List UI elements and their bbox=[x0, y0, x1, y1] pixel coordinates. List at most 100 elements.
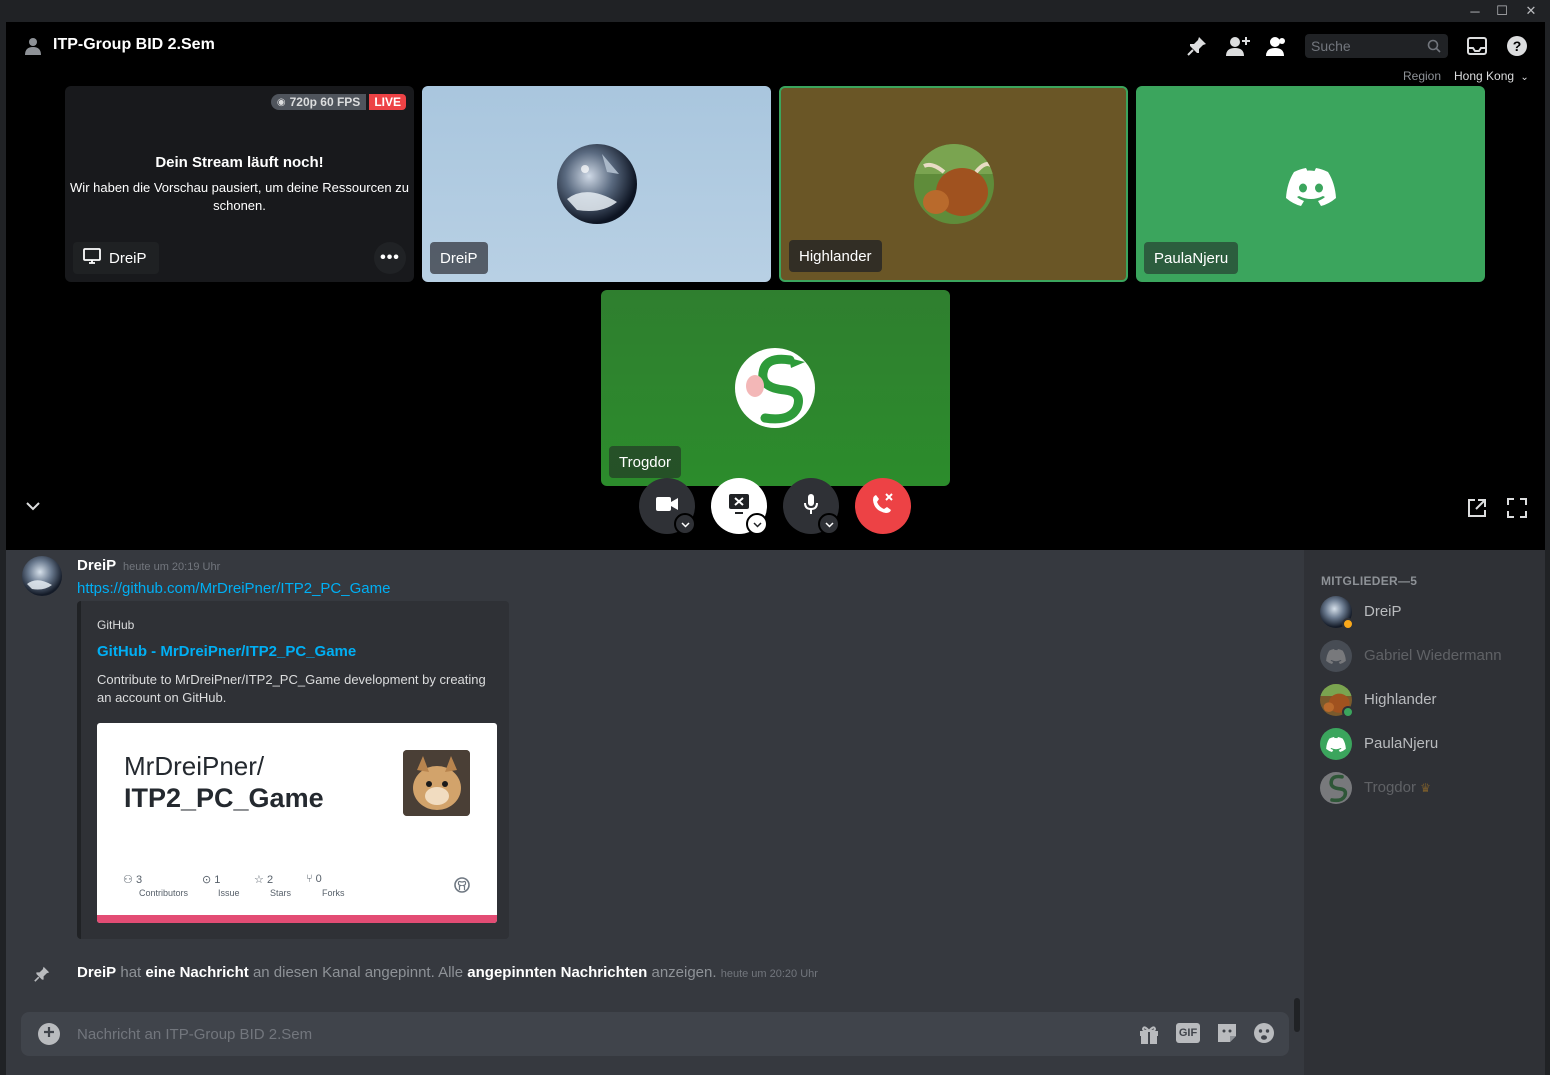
participant-name: Trogdor bbox=[609, 446, 681, 478]
pin-icon bbox=[34, 966, 50, 987]
gift-icon[interactable] bbox=[1138, 1023, 1160, 1050]
minimize-button[interactable]: ─ bbox=[1461, 0, 1489, 22]
stat-forks: ⑂ 0 Forks bbox=[306, 873, 345, 898]
close-window-button[interactable]: ✕ bbox=[1517, 0, 1545, 22]
region-dropdown[interactable]: Hong Kong ⌄ bbox=[1454, 69, 1529, 83]
github-icon bbox=[454, 877, 470, 898]
more-icon: ••• bbox=[380, 249, 400, 266]
maximize-button[interactable]: ☐ bbox=[1488, 0, 1516, 22]
chevron-down-icon bbox=[824, 515, 834, 533]
participant-tile-highlander[interactable]: Highlander bbox=[779, 86, 1128, 282]
member-item[interactable]: Gabriel Wiedermann bbox=[1320, 636, 1536, 676]
streamer-label: DreiP bbox=[73, 242, 159, 274]
stat-stars: ☆ 2 Stars bbox=[254, 874, 292, 898]
participant-name: Highlander bbox=[789, 240, 882, 272]
embed-description: Contribute to MrDreiPner/ITP2_PC_Game de… bbox=[97, 672, 486, 705]
member-item[interactable]: PaulaNjeru bbox=[1320, 724, 1536, 764]
people-icon: ⚇ bbox=[123, 874, 133, 886]
channel-title: ITP-Group BID 2.Sem bbox=[53, 36, 215, 53]
message-input[interactable] bbox=[77, 1012, 1117, 1056]
member-list: MITGLIEDER—5 DreiP Gabriel Wiedermann Hi… bbox=[1304, 550, 1545, 1075]
chat-scrollbar[interactable] bbox=[1294, 998, 1300, 1032]
repo-name: ITP2_PC_Game bbox=[124, 783, 324, 813]
screenshare-stop-icon bbox=[727, 493, 751, 520]
member-name: PaulaNjeru bbox=[1364, 735, 1439, 752]
popout-icon[interactable] bbox=[1466, 497, 1488, 519]
pin-text: an diesen Kanal angepinnt. Alle bbox=[252, 964, 464, 981]
add-member-icon[interactable] bbox=[1226, 34, 1250, 58]
chevron-down-icon bbox=[752, 515, 762, 533]
crown-icon: ♛ bbox=[1420, 781, 1431, 795]
discord-app: ITP-Group BID 2.Sem ? Regio bbox=[6, 22, 1545, 1075]
sticker-icon[interactable] bbox=[1216, 1022, 1238, 1049]
live-badge: LIVE bbox=[369, 94, 406, 110]
message-timestamp: heute um 20:19 Uhr bbox=[123, 561, 221, 573]
pin-author[interactable]: DreiP bbox=[77, 964, 116, 981]
collapse-chevron-icon[interactable] bbox=[24, 497, 42, 515]
screen-icon bbox=[83, 247, 101, 269]
message-composer: GIF bbox=[21, 1012, 1289, 1056]
pin-icon[interactable] bbox=[1186, 35, 1208, 57]
member-item[interactable]: DreiP bbox=[1320, 592, 1536, 632]
voice-call-area: ITP-Group BID 2.Sem ? Regio bbox=[6, 22, 1545, 550]
discord-logo-icon bbox=[1286, 168, 1336, 211]
search-box[interactable] bbox=[1305, 34, 1448, 58]
channel-header: ITP-Group BID 2.Sem ? Regio bbox=[6, 22, 1545, 83]
participant-name: DreiP bbox=[430, 242, 488, 274]
pin-text: anzeigen. bbox=[651, 964, 717, 981]
gif-icon[interactable]: GIF bbox=[1176, 1023, 1200, 1043]
inbox-icon[interactable] bbox=[1466, 35, 1488, 57]
screenshare-options-button[interactable] bbox=[746, 513, 768, 535]
pinned-messages-link[interactable]: angepinnten Nachrichten bbox=[467, 964, 647, 981]
voice-channel-icon bbox=[22, 36, 44, 56]
embed-image[interactable]: MrDreiPner/ ITP2_PC_Game ⚇ 3 Contributors… bbox=[97, 723, 497, 923]
stat-issues: ⊙ 1 Issue bbox=[202, 874, 240, 898]
stream-quality-badges: ◉ 720p 60 FPS LIVE bbox=[270, 94, 406, 110]
plus-icon bbox=[43, 1025, 55, 1043]
repo-owner: MrDreiPner/ bbox=[124, 751, 265, 781]
stream-preview-tile[interactable]: ◉ 720p 60 FPS LIVE Dein Stream läuft noch… bbox=[65, 86, 414, 282]
svg-text:?: ? bbox=[1513, 38, 1522, 54]
card-accent-bar bbox=[97, 915, 497, 923]
help-icon[interactable]: ? bbox=[1506, 35, 1528, 57]
pin-text: hat bbox=[120, 964, 142, 981]
participant-tile-trogdor[interactable]: Trogdor bbox=[601, 290, 950, 486]
region-value: Hong Kong bbox=[1454, 69, 1515, 83]
chevron-down-icon: ⌄ bbox=[1520, 72, 1529, 83]
microphone-options-button[interactable] bbox=[818, 513, 840, 535]
fullscreen-icon[interactable] bbox=[1506, 497, 1528, 519]
member-list-icon[interactable] bbox=[1265, 34, 1289, 58]
avatar bbox=[735, 348, 815, 428]
avatar[interactable] bbox=[22, 556, 62, 596]
embed-provider[interactable]: GitHub bbox=[97, 618, 134, 632]
member-name: Trogdor ♛ bbox=[1364, 779, 1431, 796]
member-item[interactable]: Highlander bbox=[1320, 680, 1536, 720]
avatar bbox=[1320, 640, 1352, 672]
stat-contributors: ⚇ 3 Contributors bbox=[123, 874, 189, 898]
pin-timestamp: heute um 20:20 Uhr bbox=[720, 968, 818, 980]
message-link[interactable]: https://github.com/MrDreiPner/ITP2_PC_Ga… bbox=[77, 580, 390, 597]
fork-icon: ⑂ bbox=[306, 873, 313, 885]
avatar bbox=[1320, 772, 1352, 804]
member-item[interactable]: Trogdor ♛ bbox=[1320, 768, 1536, 808]
avatar bbox=[557, 144, 637, 224]
pinned-message-link[interactable]: eine Nachricht bbox=[145, 964, 248, 981]
more-options-button[interactable]: ••• bbox=[374, 242, 406, 274]
region-label: Region bbox=[1403, 69, 1442, 83]
eye-icon: ◉ bbox=[276, 96, 286, 108]
disconnect-button[interactable] bbox=[855, 478, 911, 534]
participant-tile-dreip[interactable]: DreiP bbox=[422, 86, 771, 282]
chat-area: DreiP heute um 20:19 Uhr https://github.… bbox=[6, 550, 1304, 1075]
participant-tile-paulanjeru[interactable]: PaulaNjeru bbox=[1136, 86, 1485, 282]
star-icon: ☆ bbox=[254, 874, 264, 886]
embed-title[interactable]: GitHub - MrDreiPner/ITP2_PC_Game bbox=[97, 643, 356, 660]
camera-options-button[interactable] bbox=[674, 513, 696, 535]
issue-icon: ⊙ bbox=[202, 874, 212, 886]
attach-button[interactable] bbox=[38, 1023, 60, 1045]
emoji-icon[interactable] bbox=[1253, 1022, 1275, 1049]
chevron-down-icon bbox=[680, 515, 690, 533]
owner-avatar bbox=[403, 750, 470, 816]
member-name: Highlander bbox=[1364, 691, 1437, 708]
message-author[interactable]: DreiP bbox=[77, 557, 116, 574]
window-titlebar: ─ ☐ ✕ bbox=[0, 0, 1550, 22]
